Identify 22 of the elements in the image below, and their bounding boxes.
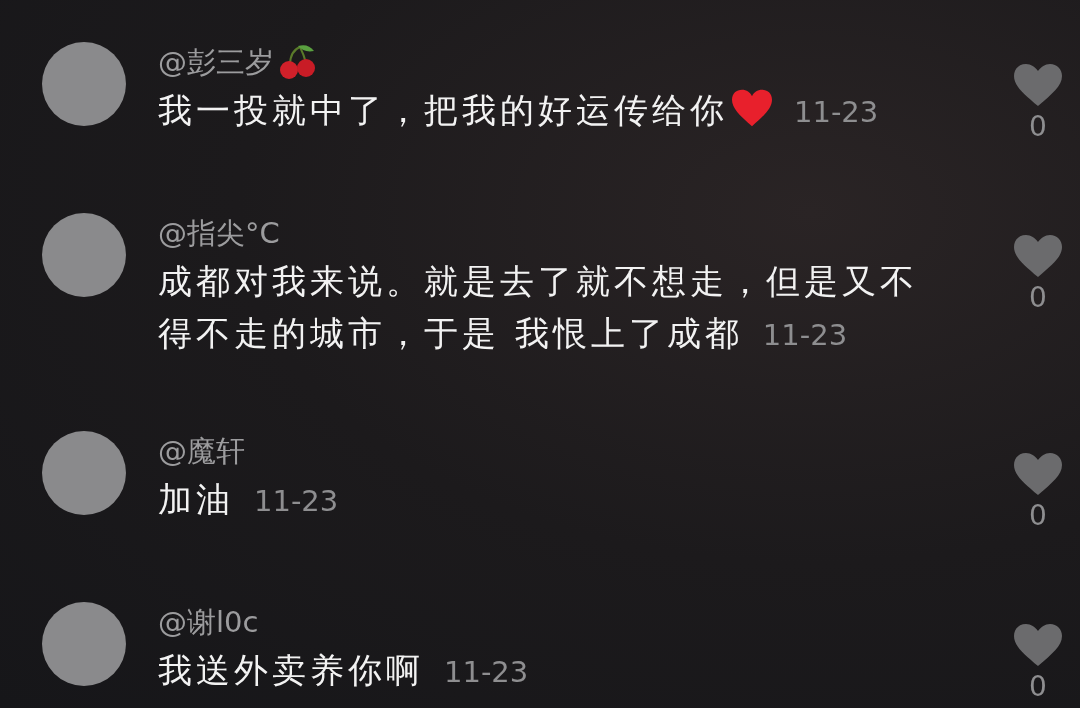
username[interactable]: @魔轩 <box>158 432 245 472</box>
comment-date: 11-23 <box>254 484 339 518</box>
comment-text: 加油 11-23 <box>158 478 340 521</box>
heart-icon[interactable] <box>1014 624 1062 666</box>
username[interactable]: @彭三岁 <box>158 43 274 83</box>
cherry-icon <box>278 45 318 81</box>
comment-date: 11-23 <box>762 318 848 352</box>
username[interactable]: @谢l0c <box>158 603 259 643</box>
like-count: 0 <box>1029 670 1047 703</box>
like-count: 0 <box>1029 499 1047 532</box>
like-count: 0 <box>1029 281 1047 314</box>
comment-text: 我一投就中了，把我的好运传给你 11-23 <box>158 87 880 132</box>
heart-icon <box>730 88 774 128</box>
comment-text: 我送外卖养你啊 11-23 <box>158 649 530 692</box>
comment-date: 11-23 <box>444 655 529 689</box>
heart-icon[interactable] <box>1014 453 1062 495</box>
comment-date: 11-23 <box>794 95 879 129</box>
username[interactable]: @指尖°C <box>158 214 280 254</box>
heart-icon[interactable] <box>1014 64 1062 106</box>
heart-icon[interactable] <box>1014 235 1062 277</box>
like-count: 0 <box>1029 110 1047 143</box>
comment-text: 成都对我来说。就是去了就不想走，但是又不得不走的城市，于是 我恨上了成都 11-23 <box>158 260 919 355</box>
